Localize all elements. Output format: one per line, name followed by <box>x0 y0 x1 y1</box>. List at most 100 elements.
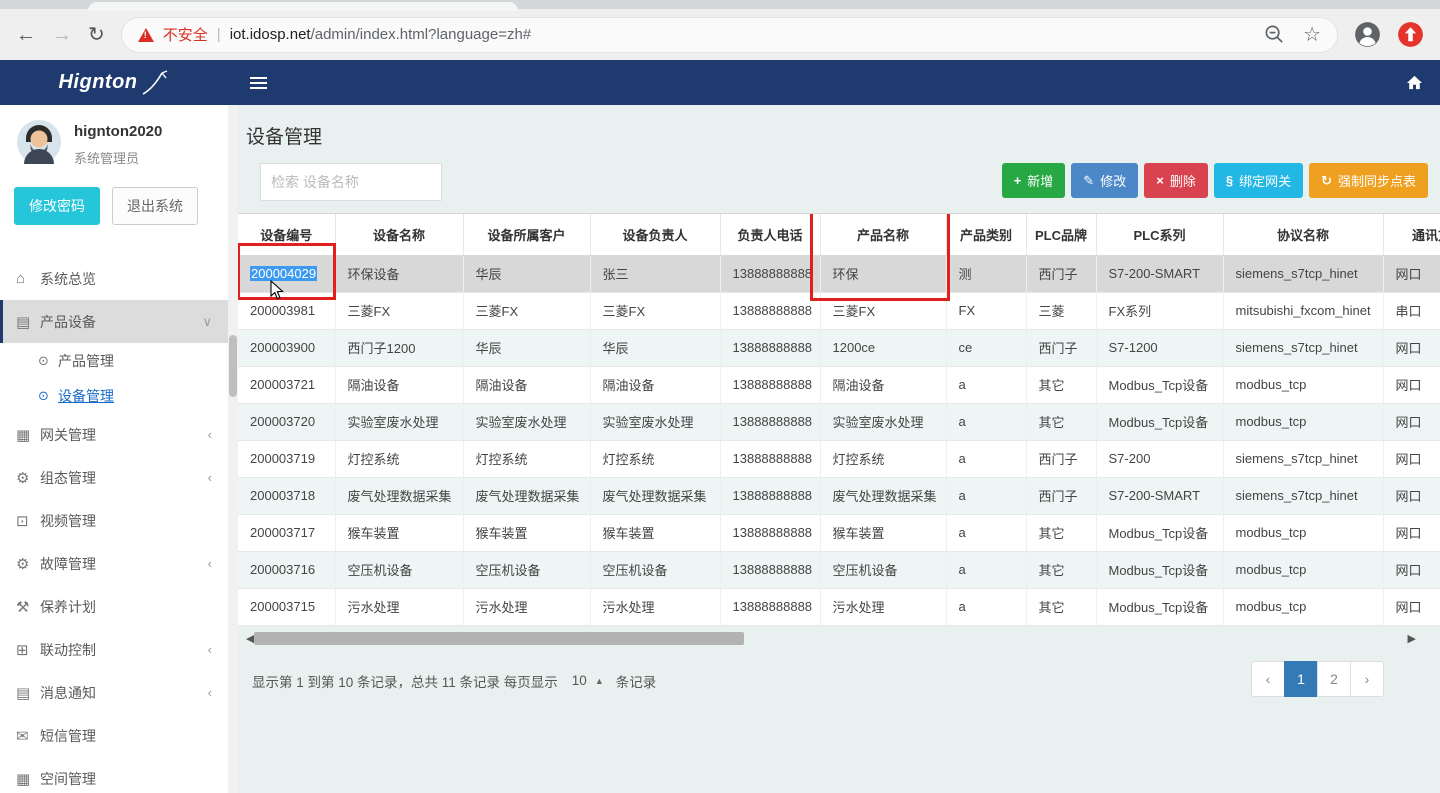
table-cell[interactable]: 隔油设备 <box>590 366 720 403</box>
table-cell[interactable]: modbus_tcp <box>1223 514 1383 551</box>
table-cell[interactable]: 200003720 <box>238 403 335 440</box>
table-cell[interactable]: 灯控系统 <box>335 440 463 477</box>
table-cell[interactable]: 环保设备 <box>335 255 463 292</box>
table-cell[interactable]: 实验室废水处理 <box>335 403 463 440</box>
table-cell[interactable]: 灯控系统 <box>820 440 946 477</box>
table-cell[interactable]: 其它 <box>1026 514 1096 551</box>
table-cell[interactable]: 网口 <box>1383 329 1440 366</box>
table-cell[interactable]: 测 <box>946 255 1026 292</box>
table-cell[interactable]: 实验室废水处理 <box>590 403 720 440</box>
security-warning[interactable]: 不安全 <box>163 24 208 45</box>
table-cell[interactable]: 张三 <box>590 255 720 292</box>
column-header[interactable]: PLC品牌 <box>1026 214 1096 255</box>
column-header[interactable]: 设备名称 <box>335 214 463 255</box>
table-cell[interactable]: 华辰 <box>463 255 590 292</box>
table-cell[interactable]: 网口 <box>1383 551 1440 588</box>
table-cell[interactable]: FX <box>946 292 1026 329</box>
table-cell[interactable]: a <box>946 551 1026 588</box>
sidebar-item-system-overview[interactable]: ⌂系统总览 <box>0 257 228 300</box>
sidebar-item-sms-management[interactable]: ✉短信管理 <box>0 714 228 757</box>
add-button[interactable]: +新增 <box>1002 163 1066 198</box>
table-cell[interactable]: siemens_s7tcp_hinet <box>1223 477 1383 514</box>
table-cell[interactable]: 猴车装置 <box>590 514 720 551</box>
table-cell[interactable]: 环保 <box>820 255 946 292</box>
table-cell[interactable]: 隔油设备 <box>463 366 590 403</box>
table-cell[interactable]: 废气处理数据采集 <box>820 477 946 514</box>
table-row[interactable]: 200003718废气处理数据采集废气处理数据采集废气处理数据采集1388888… <box>238 477 1440 514</box>
table-cell[interactable]: 西门子1200 <box>335 329 463 366</box>
table-cell[interactable]: 网口 <box>1383 403 1440 440</box>
table-cell[interactable]: 猴车装置 <box>463 514 590 551</box>
table-cell[interactable]: siemens_s7tcp_hinet <box>1223 440 1383 477</box>
table-cell[interactable]: 其它 <box>1026 366 1096 403</box>
table-cell[interactable]: 污水处理 <box>820 588 946 625</box>
table-cell[interactable]: 13888888888 <box>720 551 820 588</box>
table-cell[interactable]: 实验室废水处理 <box>820 403 946 440</box>
address-bar[interactable]: ! 不安全 | iot.idosp.net/admin/index.html?l… <box>121 17 1338 53</box>
table-cell[interactable]: 猴车装置 <box>335 514 463 551</box>
table-cell[interactable]: 200003719 <box>238 440 335 477</box>
table-cell[interactable]: 灯控系统 <box>463 440 590 477</box>
column-header[interactable]: 通讯方式 <box>1383 214 1440 255</box>
table-cell[interactable]: 隔油设备 <box>335 366 463 403</box>
home-icon[interactable] <box>1405 74 1424 91</box>
table-cell[interactable]: 空压机设备 <box>335 551 463 588</box>
table-cell[interactable]: modbus_tcp <box>1223 366 1383 403</box>
table-cell[interactable]: 其它 <box>1026 403 1096 440</box>
table-cell[interactable]: 西门子 <box>1026 329 1096 366</box>
table-cell[interactable]: 13888888888 <box>720 403 820 440</box>
table-cell[interactable]: 网口 <box>1383 255 1440 292</box>
table-cell[interactable]: Modbus_Tcp设备 <box>1096 403 1223 440</box>
sidebar-scrollbar[interactable] <box>228 105 238 793</box>
profile-avatar-icon[interactable] <box>1354 21 1381 48</box>
table-cell[interactable]: 三菱 <box>1026 292 1096 329</box>
table-cell[interactable]: 空压机设备 <box>590 551 720 588</box>
table-cell[interactable]: ce <box>946 329 1026 366</box>
sidebar-subitem-product-management[interactable]: ⊙产品管理 <box>0 343 228 378</box>
table-cell[interactable]: 13888888888 <box>720 514 820 551</box>
warning-icon[interactable]: ! <box>138 28 154 42</box>
sidebar-item-maintenance-plan[interactable]: ⚒保养计划 <box>0 585 228 628</box>
table-cell[interactable]: 网口 <box>1383 588 1440 625</box>
table-cell[interactable]: 华辰 <box>463 329 590 366</box>
table-cell[interactable]: Modbus_Tcp设备 <box>1096 551 1223 588</box>
table-cell[interactable]: 三菱FX <box>820 292 946 329</box>
hignton-logo[interactable]: Hignton <box>0 69 228 97</box>
column-header[interactable]: 设备负责人 <box>590 214 720 255</box>
table-cell[interactable]: 西门子 <box>1026 440 1096 477</box>
zoom-out-icon[interactable] <box>1264 24 1285 45</box>
table-cell[interactable]: 猴车装置 <box>820 514 946 551</box>
sidebar-subitem-device-management[interactable]: ⊙设备管理 <box>0 378 228 413</box>
browser-tab[interactable] <box>88 2 518 11</box>
sidebar-item-video-management[interactable]: ⊡视频管理 <box>0 499 228 542</box>
table-cell[interactable]: 200003716 <box>238 551 335 588</box>
sidebar-toggle-icon[interactable] <box>250 82 267 84</box>
table-row[interactable]: 200003715污水处理污水处理污水处理13888888888污水处理a其它M… <box>238 588 1440 625</box>
bind-gateway-button[interactable]: §绑定网关 <box>1214 163 1303 198</box>
table-cell[interactable]: 三菱FX <box>590 292 720 329</box>
table-cell[interactable]: 200003981 <box>238 292 335 329</box>
table-cell[interactable]: 网口 <box>1383 477 1440 514</box>
table-cell[interactable]: Modbus_Tcp设备 <box>1096 588 1223 625</box>
table-cell[interactable]: 实验室废水处理 <box>463 403 590 440</box>
table-row[interactable]: 200003981三菱FX三菱FX三菱FX13888888888三菱FXFX三菱… <box>238 292 1440 329</box>
table-row[interactable]: 200003717猴车装置猴车装置猴车装置13888888888猴车装置a其它M… <box>238 514 1440 551</box>
table-cell[interactable]: 废气处理数据采集 <box>463 477 590 514</box>
table-cell[interactable]: modbus_tcp <box>1223 588 1383 625</box>
table-cell[interactable]: 13888888888 <box>720 477 820 514</box>
table-cell[interactable]: 网口 <box>1383 440 1440 477</box>
table-row[interactable]: 200003721隔油设备隔油设备隔油设备13888888888隔油设备a其它M… <box>238 366 1440 403</box>
table-cell[interactable]: S7-200-SMART <box>1096 477 1223 514</box>
page-button-1[interactable]: 1 <box>1284 661 1318 697</box>
logout-button[interactable]: 退出系统 <box>112 187 198 225</box>
table-cell[interactable]: 13888888888 <box>720 440 820 477</box>
sidebar-item-space-management[interactable]: ▦空间管理 <box>0 757 228 793</box>
table-cell[interactable]: 200003721 <box>238 366 335 403</box>
table-row[interactable]: 200003719灯控系统灯控系统灯控系统13888888888灯控系统a西门子… <box>238 440 1440 477</box>
page-next-button[interactable]: › <box>1350 661 1384 697</box>
table-cell[interactable]: 13888888888 <box>720 588 820 625</box>
table-cell[interactable]: 空压机设备 <box>820 551 946 588</box>
table-cell[interactable]: 灯控系统 <box>590 440 720 477</box>
table-cell[interactable]: 其它 <box>1026 588 1096 625</box>
page-size-caret-icon[interactable]: ▲ <box>595 676 604 686</box>
